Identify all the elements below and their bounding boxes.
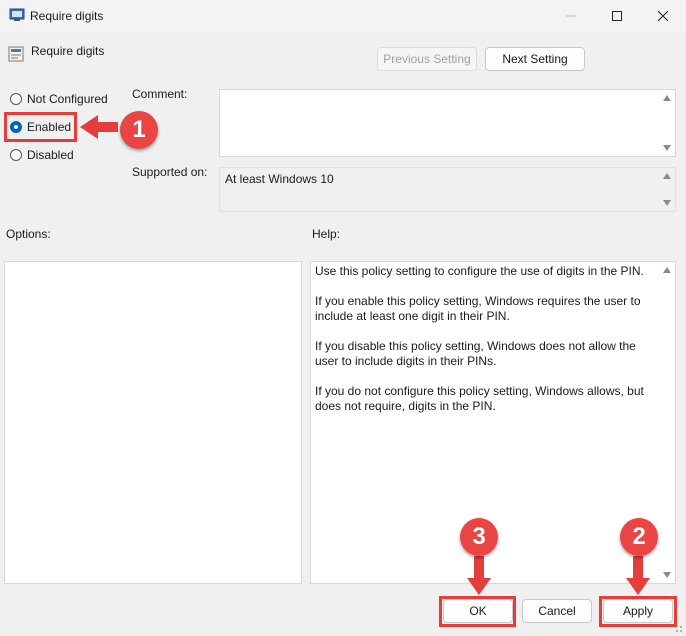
arrow-step1-icon: [80, 115, 118, 139]
step-1-badge: 1: [120, 111, 158, 149]
step-2-badge: 2: [620, 518, 658, 556]
annotation-arrows: [80, 115, 650, 595]
step-3-badge: 3: [460, 518, 498, 556]
arrow-step3-icon: [467, 556, 491, 595]
arrow-step2-icon: [626, 556, 650, 595]
resize-grip-icon[interactable]: [673, 623, 683, 633]
